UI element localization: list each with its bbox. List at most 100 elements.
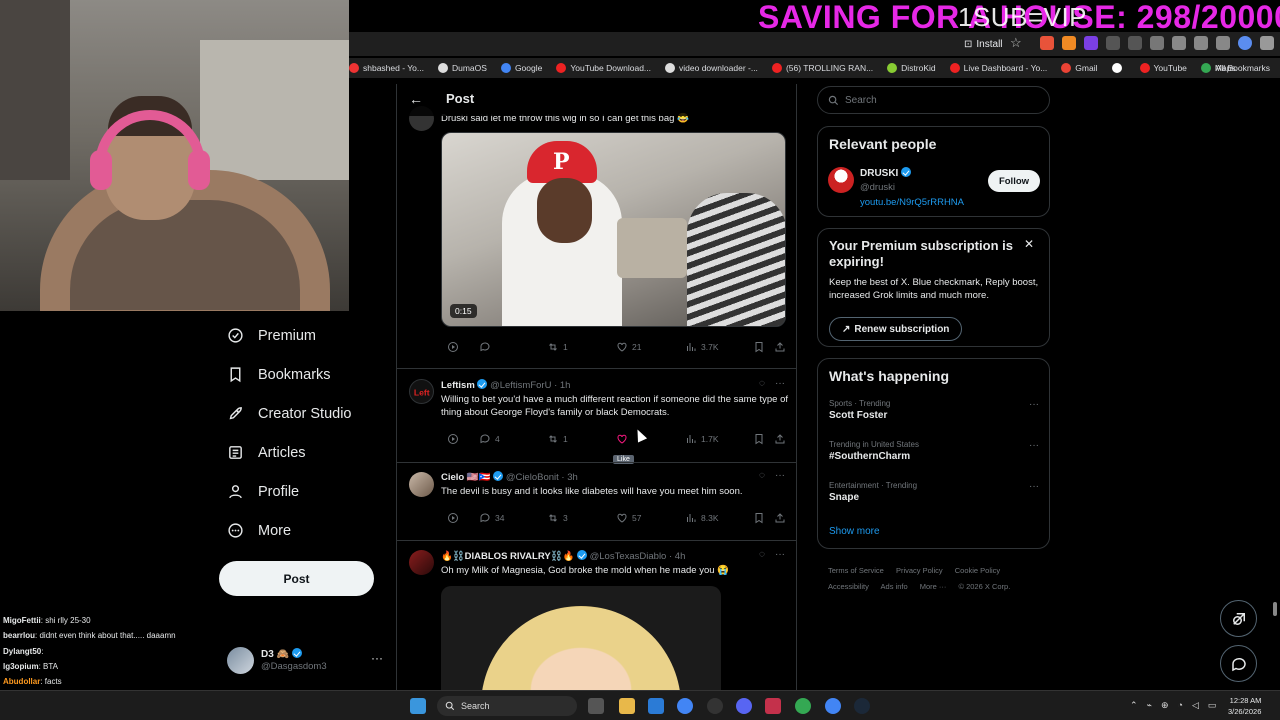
repost-button[interactable]: 1	[547, 433, 568, 445]
bookmark-item[interactable]	[1111, 63, 1126, 73]
wifi-icon[interactable]: ◔	[1178, 700, 1183, 711]
bookmark-button[interactable]	[753, 341, 765, 353]
puzzle-icon[interactable]	[1172, 36, 1186, 50]
footer-link[interactable]: Cookie Policy	[955, 566, 1000, 575]
network-icon[interactable]: ⌁	[1147, 700, 1152, 711]
extension-icon[interactable]	[1084, 36, 1098, 50]
like-button[interactable]	[616, 433, 632, 445]
bookmark-item[interactable]: shbashed - Yo...	[349, 63, 424, 73]
install-button[interactable]: ⊡ Install	[958, 34, 1009, 54]
chrome-icon[interactable]	[795, 698, 811, 714]
menu-icon[interactable]	[1260, 36, 1274, 50]
tweet-time[interactable]: · 1h	[554, 380, 570, 391]
nav-item-bookmarks[interactable]: Bookmarks	[219, 355, 389, 394]
author-handle[interactable]: @CieloBonit	[506, 472, 559, 483]
bookmark-button[interactable]	[753, 433, 765, 445]
store-icon[interactable]	[648, 698, 664, 714]
windows-start-icon[interactable]	[410, 698, 426, 714]
reply-button[interactable]: 34	[479, 512, 504, 524]
search-input[interactable]: Search	[817, 86, 1050, 114]
footer-link[interactable]: Privacy Policy	[896, 566, 943, 575]
avatar[interactable]: Left	[409, 379, 434, 404]
reply-button[interactable]	[479, 341, 495, 353]
more-icon[interactable]: ···	[775, 470, 785, 481]
extension-icon[interactable]	[1106, 36, 1120, 50]
bookmark-item[interactable]: video downloader -...	[665, 63, 758, 73]
footer-link[interactable]: Accessibility	[828, 582, 869, 591]
profile-link[interactable]: youtu.be/N9rQ5rRRHNA	[860, 197, 964, 208]
renew-subscription-button[interactable]: ↗ Renew subscription	[829, 317, 963, 341]
more-icon[interactable]: ···	[371, 651, 383, 665]
grok-button[interactable]	[447, 341, 459, 353]
taskbar-search[interactable]: Search	[437, 696, 577, 716]
bookmark-item[interactable]: (56) TROLLING RAN...	[771, 63, 873, 73]
tweet-image[interactable]	[441, 586, 721, 690]
more-icon[interactable]: ···	[1029, 399, 1039, 410]
like-button[interactable]: 57	[616, 512, 641, 524]
repost-button[interactable]: 1	[547, 341, 568, 353]
tweet-video[interactable]: P 0:15	[441, 132, 786, 327]
views-button[interactable]: 1.7K	[685, 433, 719, 445]
messages-button[interactable]	[1220, 645, 1257, 682]
clock[interactable]: 12:28 AM 3/26/2026	[1228, 695, 1261, 717]
extension-icon[interactable]	[1128, 36, 1142, 50]
task-view-icon[interactable]	[588, 698, 604, 714]
page-scrollbar[interactable]	[1272, 84, 1278, 690]
download-icon[interactable]	[1216, 36, 1230, 50]
file-explorer-icon[interactable]	[619, 698, 635, 714]
chrome-icon[interactable]	[677, 698, 693, 714]
show-more-link[interactable]: Show more	[829, 526, 880, 537]
bookmark-item[interactable]: YouTube	[1139, 63, 1187, 73]
nav-item-creator-studio[interactable]: Creator Studio	[219, 394, 389, 433]
author-handle[interactable]: @LosTexasDiablo	[590, 551, 667, 562]
share-button[interactable]	[774, 341, 786, 353]
views-button[interactable]: 8.3K	[685, 512, 719, 524]
like-button[interactable]: 21	[616, 341, 641, 353]
grok-button[interactable]	[447, 433, 459, 445]
nav-item-premium[interactable]: Premium	[219, 316, 389, 355]
footer-link[interactable]: Ads info	[881, 582, 908, 591]
chrome-icon[interactable]	[825, 698, 841, 714]
bookmark-item[interactable]: Gmail	[1061, 63, 1098, 73]
share-button[interactable]	[774, 512, 786, 524]
repost-button[interactable]: 3	[547, 512, 568, 524]
chevron-up-icon[interactable]: ⌃	[1130, 700, 1138, 711]
share-button[interactable]	[774, 433, 786, 445]
bookmark-item[interactable]: Live Dashboard - Yo...	[949, 63, 1047, 73]
bookmark-star-icon[interactable]: ☆	[1010, 35, 1024, 51]
discord-icon[interactable]	[736, 698, 752, 714]
grok-icon[interactable]: ◌	[759, 470, 765, 481]
microphone-icon[interactable]: ⊕	[1161, 700, 1169, 711]
post-button[interactable]: Post	[219, 561, 374, 596]
bookmark-item[interactable]: Google	[500, 63, 542, 73]
bookmark-button[interactable]	[753, 512, 765, 524]
profile-avatar-icon[interactable]	[1238, 36, 1252, 50]
steam-icon[interactable]	[854, 698, 870, 714]
app-icon[interactable]	[765, 698, 781, 714]
extension-icon[interactable]	[1150, 36, 1164, 50]
trend-item[interactable]: Trending in United States #SouthernCharm…	[829, 440, 1039, 462]
more-icon[interactable]: ···	[775, 549, 785, 560]
grok-icon[interactable]: ◌	[759, 549, 765, 560]
nav-item-more[interactable]: More	[219, 511, 389, 550]
more-icon[interactable]: ···	[1029, 440, 1039, 451]
reply-button[interactable]: 4	[479, 433, 500, 445]
close-icon[interactable]: ✕	[1024, 237, 1034, 251]
nav-item-articles[interactable]: Articles	[219, 433, 389, 472]
views-button[interactable]: 3.7K	[685, 341, 719, 353]
tweet-time[interactable]: · 3h	[561, 472, 577, 483]
sidepanel-icon[interactable]	[1194, 36, 1208, 50]
grok-button[interactable]	[447, 512, 459, 524]
person-name[interactable]: DRUSKI	[860, 168, 898, 179]
extension-icon[interactable]	[1040, 36, 1054, 50]
all-bookmarks-button[interactable]: All Bookmarks	[1216, 58, 1270, 78]
nav-item-profile[interactable]: Profile	[219, 472, 389, 511]
more-icon[interactable]: ···	[775, 378, 785, 389]
more-icon[interactable]: ···	[1029, 481, 1039, 492]
volume-icon[interactable]: ◁	[1192, 700, 1199, 711]
tweet-time[interactable]: · 4h	[669, 551, 685, 562]
author-name[interactable]: Cielo 🇺🇸🇵🇷	[441, 472, 491, 483]
footer-link[interactable]: More ···	[920, 582, 947, 591]
battery-icon[interactable]: ▭	[1208, 700, 1217, 711]
author-name[interactable]: 🔥⛓️DIABLOS RIVALRY⛓️🔥	[441, 551, 574, 562]
